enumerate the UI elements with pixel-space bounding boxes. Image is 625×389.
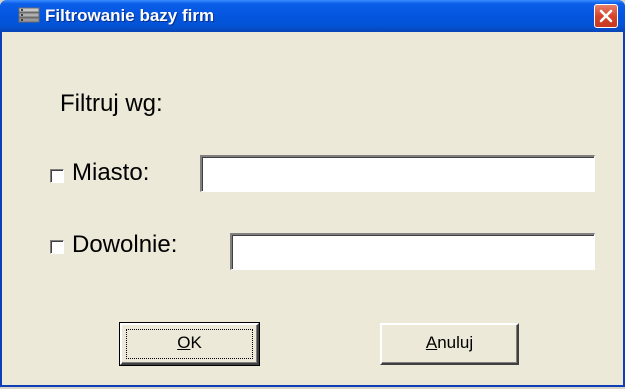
cancel-label: Anuluj [425,333,474,352]
close-icon [599,9,613,23]
miasto-checkbox[interactable] [50,169,64,183]
window-title: Filtrowanie bazy firm [45,6,215,25]
miasto-label[interactable]: Miasto: [72,159,149,187]
filter-heading: Filtruj wg: [60,90,163,117]
dialog-window: Filtrowanie bazy firm Filtruj wg: Miasto… [0,0,625,387]
dowolnie-input[interactable] [230,233,595,270]
ok-button[interactable]: OK [119,322,260,366]
dowolnie-label[interactable]: Dowolnie: [72,231,177,259]
close-button[interactable] [594,4,618,28]
title-bar[interactable]: Filtrowanie bazy firm [0,0,625,32]
cancel-button[interactable]: Anuluj [380,323,519,365]
miasto-input[interactable] [200,155,595,192]
ok-label: OK [177,333,202,352]
dowolnie-checkbox[interactable] [50,240,64,254]
database-icon [18,7,40,23]
